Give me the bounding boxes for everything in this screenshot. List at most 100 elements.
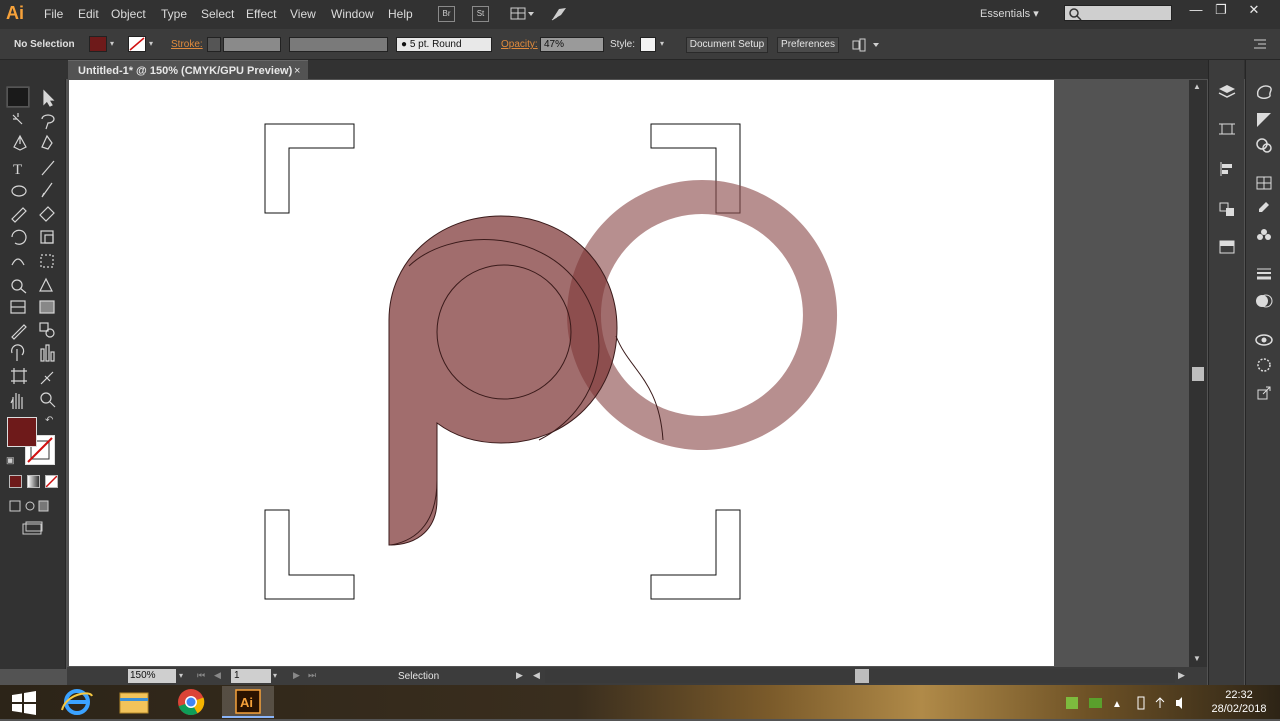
last-artboard-icon[interactable]: ⏭: [308, 670, 316, 681]
direct-selection-tool[interactable]: [37, 87, 59, 107]
artboards-icon[interactable]: [1216, 120, 1238, 140]
rotate-tool[interactable]: [7, 227, 29, 247]
status-menu-icon[interactable]: ▶: [516, 670, 523, 681]
scroll-up-icon[interactable]: ▲: [1193, 82, 1201, 91]
menu-help[interactable]: Help: [388, 7, 413, 21]
fill-dropdown-icon[interactable]: ▾: [110, 39, 114, 48]
scroll-left-icon[interactable]: ◀: [533, 670, 540, 681]
none-mode-button[interactable]: [45, 475, 58, 488]
zoom-level-field[interactable]: 150%: [128, 669, 176, 683]
asset-export-icon[interactable]: [1253, 384, 1275, 404]
first-artboard-icon[interactable]: ⏮: [197, 670, 205, 681]
stock-button[interactable]: St: [472, 6, 489, 22]
graphic-styles-icon[interactable]: [1253, 356, 1275, 376]
vertical-scroll-thumb[interactable]: [1192, 367, 1204, 381]
document-setup-button[interactable]: Document Setup: [686, 37, 768, 53]
restore-icon[interactable]: ❐: [1207, 2, 1235, 18]
symbol-sprayer-tool[interactable]: [7, 344, 29, 364]
variable-width-profile[interactable]: [289, 37, 388, 52]
menu-effect[interactable]: Effect: [246, 7, 276, 21]
brushes-icon[interactable]: [1253, 200, 1275, 220]
eraser-tool[interactable]: [37, 204, 59, 224]
type-tool[interactable]: [7, 158, 29, 178]
eyedropper-tool[interactable]: [7, 321, 29, 341]
gpu-performance-icon[interactable]: [549, 5, 569, 23]
screen-mode-icon[interactable]: [22, 521, 44, 535]
illustrator-taskbar-icon[interactable]: Ai: [222, 686, 274, 718]
stroke-dropdown-icon[interactable]: ▾: [149, 39, 153, 48]
color-mode-button[interactable]: [9, 475, 22, 488]
scroll-right-icon[interactable]: ▶: [1178, 670, 1185, 681]
document-tab[interactable]: Untitled-1* @ 150% (CMYK/GPU Preview) ×: [68, 60, 308, 80]
transparency-icon[interactable]: [1253, 292, 1275, 312]
opacity-label[interactable]: Opacity:: [501, 39, 538, 50]
mesh-tool[interactable]: [7, 297, 29, 317]
scroll-down-icon[interactable]: ▼: [1193, 654, 1201, 663]
close-icon[interactable]: ✕: [1240, 2, 1268, 18]
artboard[interactable]: [69, 80, 1054, 666]
windows-start-icon[interactable]: [10, 690, 38, 716]
style-dropdown-icon[interactable]: ▾: [660, 39, 664, 48]
stroke-panel-icon[interactable]: [1253, 264, 1275, 284]
paintbrush-tool[interactable]: [37, 180, 59, 200]
stroke-weight-field[interactable]: [223, 37, 281, 52]
stroke-swatch[interactable]: [128, 36, 146, 52]
stroke-weight-stepper[interactable]: [207, 37, 221, 52]
system-tray-icons[interactable]: ▲: [1064, 694, 1184, 712]
brush-definition-select[interactable]: ● 5 pt. Round: [396, 37, 492, 52]
free-transform-tool[interactable]: [37, 251, 59, 271]
bridge-button[interactable]: Br: [438, 6, 455, 22]
workspace-switcher[interactable]: Essentials ▾: [980, 7, 1039, 20]
swap-fill-stroke-icon[interactable]: ↶: [45, 415, 53, 426]
close-document-icon[interactable]: ×: [294, 65, 300, 77]
line-tool[interactable]: [37, 158, 59, 178]
menu-window[interactable]: Window: [331, 7, 374, 21]
minimize-icon[interactable]: —: [1182, 2, 1210, 17]
menu-edit[interactable]: Edit: [78, 7, 99, 21]
lasso-tool[interactable]: [37, 110, 59, 130]
fill-color-front[interactable]: [7, 417, 37, 447]
selection-tool[interactable]: [7, 87, 29, 107]
align-icon[interactable]: [1216, 160, 1238, 180]
gradient-tool[interactable]: [37, 297, 59, 317]
internet-explorer-icon[interactable]: [52, 686, 104, 718]
panel-menu-icon[interactable]: [1252, 37, 1268, 51]
zoom-dropdown-icon[interactable]: ▾: [179, 671, 183, 680]
file-explorer-icon[interactable]: [108, 686, 160, 718]
swatches-icon[interactable]: [1253, 174, 1275, 194]
arrange-documents-icon[interactable]: [510, 6, 536, 22]
canvas-area[interactable]: [67, 80, 1189, 667]
shape-builder-tool[interactable]: [7, 275, 29, 295]
chrome-icon[interactable]: [164, 686, 216, 718]
warp-tool[interactable]: [7, 251, 29, 271]
status-tool-name[interactable]: Selection: [398, 671, 439, 682]
preferences-button[interactable]: Preferences: [777, 37, 839, 53]
hand-tool[interactable]: [7, 391, 29, 411]
creative-cloud-libraries-icon[interactable]: [1253, 330, 1275, 350]
ellipse-tool[interactable]: [7, 180, 29, 200]
artboard-number-field[interactable]: 1: [231, 669, 271, 683]
menu-file[interactable]: File: [44, 7, 63, 21]
color-guide-icon[interactable]: [1253, 110, 1275, 130]
fill-swatch[interactable]: [89, 36, 107, 52]
draw-mode-icon[interactable]: [9, 499, 49, 513]
default-fill-stroke-icon[interactable]: ▣: [6, 455, 15, 466]
search-input[interactable]: [1064, 5, 1172, 21]
previous-artboard-icon[interactable]: ◀: [214, 670, 221, 681]
align-options-icon[interactable]: [852, 37, 880, 53]
layers-icon[interactable]: [1216, 82, 1238, 102]
gradient-mode-button[interactable]: [27, 475, 40, 488]
transform-icon[interactable]: [1216, 200, 1238, 220]
pencil-tool[interactable]: [7, 204, 29, 224]
slice-tool[interactable]: [37, 368, 59, 388]
curvature-tool[interactable]: [37, 134, 59, 154]
next-artboard-icon[interactable]: ▶: [293, 670, 300, 681]
menu-type[interactable]: Type: [161, 7, 187, 21]
column-graph-tool[interactable]: [37, 344, 59, 364]
blend-tool[interactable]: [37, 321, 59, 341]
artboard-dropdown-icon[interactable]: ▾: [273, 671, 277, 680]
zoom-tool[interactable]: [37, 391, 59, 411]
menu-object[interactable]: Object: [111, 7, 146, 21]
graphic-style-swatch[interactable]: [640, 37, 656, 52]
scale-tool[interactable]: [37, 227, 59, 247]
